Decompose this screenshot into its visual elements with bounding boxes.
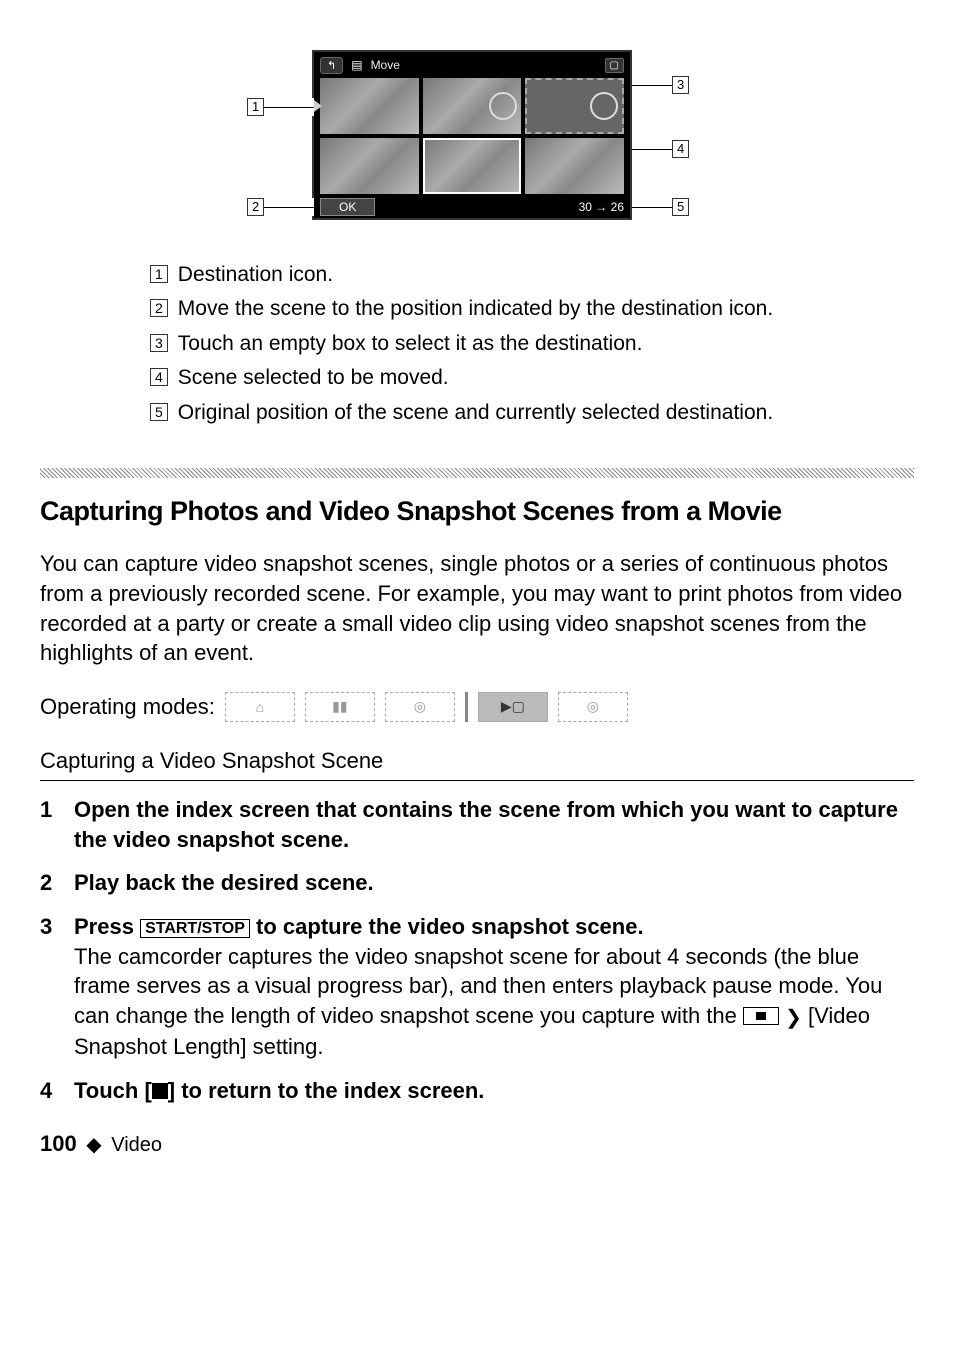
move-icon: ▤ — [351, 58, 362, 72]
step-item: Play back the desired scene. — [40, 868, 914, 898]
ok-button: OK — [320, 198, 375, 216]
legend-item: 5 Original position of the scene and cur… — [150, 398, 914, 428]
step-body: The camcorder captures the video snapsho… — [74, 944, 882, 1059]
footer-diamond-icon: ◆ — [86, 1134, 101, 1156]
callout-3: 3 — [632, 76, 689, 94]
callout-1: 1 — [247, 98, 314, 116]
screen-bottombar: OK 30 → 26 — [314, 194, 630, 216]
legend-item: 2 Move the scene to the position indicat… — [150, 294, 914, 324]
back-icon: ↰ — [320, 57, 343, 74]
legend-text: Move the scene to the position indicated… — [178, 294, 914, 324]
step-item: Press START/STOP to capture the video sn… — [40, 912, 914, 1062]
select-circle-icon — [489, 92, 517, 120]
section-intro: You can capture video snapshot scenes, s… — [40, 549, 914, 668]
thumbnail-grid — [314, 78, 630, 194]
section-title: Capturing Photos and Video Snapshot Scen… — [40, 496, 914, 527]
legend-num: 4 — [150, 368, 168, 386]
legend-num: 3 — [150, 334, 168, 352]
legend-text: Destination icon. — [178, 260, 914, 290]
thumbnail — [320, 138, 419, 194]
legend-item: 4 Scene selected to be moved. — [150, 363, 914, 393]
step-head: Open the index screen that contains the … — [74, 797, 898, 852]
legend-text: Scene selected to be moved. — [178, 363, 914, 393]
thumbnail — [320, 78, 419, 134]
legend-num: 1 — [150, 265, 168, 283]
step-item: Touch [] to return to the index screen. — [40, 1076, 914, 1106]
position-info: 30 → 26 — [579, 200, 624, 214]
subsection-rule — [40, 780, 914, 781]
legend-num: 5 — [150, 403, 168, 421]
step-head: Touch [] to return to the index screen. — [74, 1078, 484, 1103]
step-head: Press START/STOP to capture the video sn… — [74, 914, 644, 939]
section-divider — [40, 468, 914, 478]
legend-num: 2 — [150, 299, 168, 317]
mode-divider — [465, 692, 468, 722]
camera-icon: ▢ — [605, 58, 624, 73]
stop-icon — [152, 1083, 168, 1099]
operating-modes-row: Operating modes: ⌂ ▮▮ ◎ ▶▢ ◎ — [40, 692, 914, 722]
mode-icon-auto: ⌂ — [225, 692, 295, 722]
callout-2: 2 — [247, 198, 314, 216]
legend-item: 3 Touch an empty box to select it as the… — [150, 329, 914, 359]
mode-icon-photo-playback: ◎ — [558, 692, 628, 722]
move-screen-figure: ↰ ▤ Move ▢ OK 30 → 26 — [257, 50, 697, 230]
start-stop-key: START/STOP — [140, 919, 250, 938]
legend-text: Original position of the scene and curre… — [178, 398, 914, 428]
step-head: Play back the desired scene. — [74, 870, 374, 895]
legend-item: 1 Destination icon. — [150, 260, 914, 290]
mode-icon-movie-playback: ▶▢ — [478, 692, 548, 722]
camera-screen: ↰ ▤ Move ▢ OK 30 → 26 — [312, 50, 632, 220]
page-number: 100 — [40, 1131, 77, 1156]
destination-marker-icon — [314, 100, 322, 112]
mode-icon-cinema: ◎ — [385, 692, 455, 722]
subsection-title: Capturing a Video Snapshot Scene — [40, 748, 914, 774]
thumbnail — [525, 138, 624, 194]
screen-topbar: ↰ ▤ Move ▢ — [314, 52, 630, 78]
menu-box-icon — [743, 1007, 779, 1025]
legend-text: Touch an empty box to select it as the d… — [178, 329, 914, 359]
select-circle-icon — [590, 92, 618, 120]
callout-4: 4 — [632, 140, 689, 158]
mode-icon-manual: ▮▮ — [305, 692, 375, 722]
thumbnail — [423, 78, 522, 134]
thumbnail-selected — [423, 138, 522, 194]
move-label: Move — [371, 58, 400, 72]
submenu-arrow-icon: ❯ — [785, 1007, 802, 1029]
figure-legend: 1 Destination icon. 2 Move the scene to … — [150, 260, 914, 428]
thumbnail-empty — [525, 78, 624, 134]
footer-section-name: Video — [111, 1134, 162, 1156]
callout-5: 5 — [632, 198, 689, 216]
step-item: Open the index screen that contains the … — [40, 795, 914, 854]
steps-list: Open the index screen that contains the … — [40, 795, 914, 1106]
operating-modes-label: Operating modes: — [40, 694, 215, 720]
page-footer: 100 ◆ Video — [40, 1131, 914, 1157]
